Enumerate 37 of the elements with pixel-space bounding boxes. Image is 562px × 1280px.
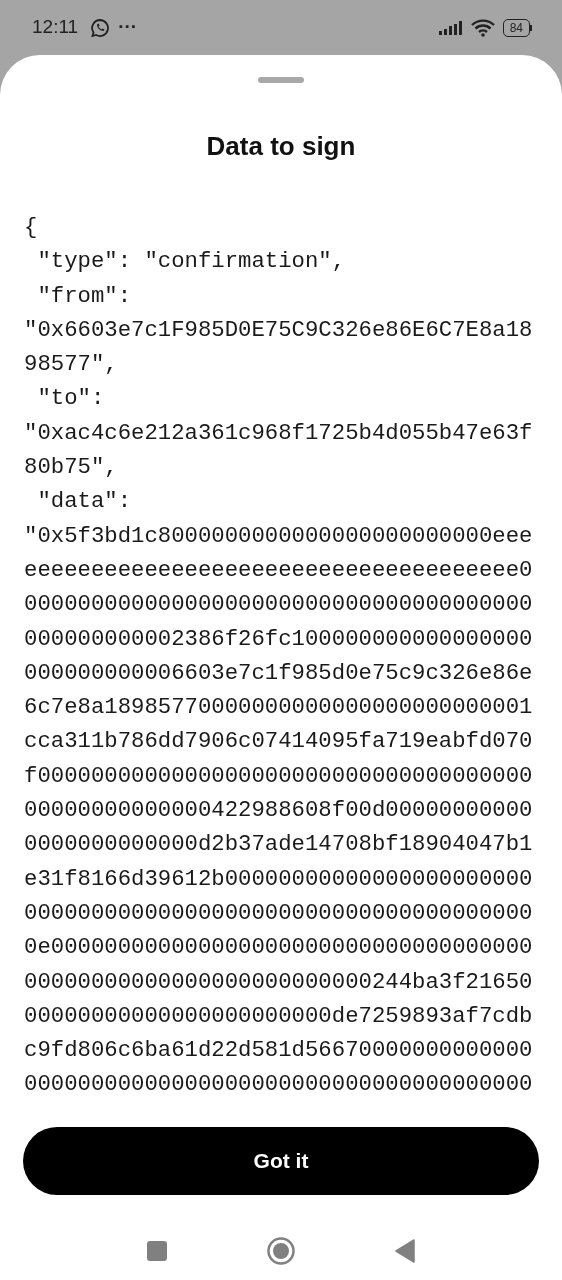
battery-icon: 84 [502, 18, 532, 37]
code-line: 00000000000000000000000000000000000000 [24, 590, 534, 620]
drag-handle[interactable] [258, 77, 304, 83]
chat-icon [90, 17, 111, 38]
code-line: 00000000000000000000000000244ba3f21650 [24, 967, 534, 997]
code-line: "type": "confirmation", [36, 247, 347, 277]
code-line: eeeeeeeeeeeeeeeeeeeeeeeeeeeeeeeeeeeee0 [24, 555, 534, 585]
code-line: 6c7e8a18985770000000000000000000000001 [24, 693, 534, 723]
code-line: 00000000000000422988608f00d00000000000 [24, 796, 534, 826]
code-line: 00000000000000000000000000000000000000 [24, 898, 534, 928]
status-time: 12:11 [32, 15, 79, 40]
code-line: 80b75", [24, 453, 119, 483]
code-line: cca311b786dd7906c07414095fa719eabfd070 [24, 727, 534, 757]
code-line: "0xac4c6e212a361c968f1725b4d055b47e63f [24, 418, 534, 448]
code-line: c9fd806c6ba61d22d581d56670000000000000 [24, 1036, 534, 1066]
code-line: 000000000006603e7c1f985d0e75c9c326e86e [24, 658, 534, 688]
code-line: "0x6603e7c1F985D0E75C9C326e86E6C7E8a18 [24, 315, 534, 345]
code-line: "to": [36, 384, 106, 414]
wifi-icon [470, 18, 495, 37]
code-line: 98577", [24, 350, 119, 380]
home-icon[interactable] [267, 1237, 295, 1265]
code-line: 0e000000000000000000000000000000000000 [24, 933, 534, 963]
code-line: "from": [36, 281, 133, 311]
code-line: 0000000000000d2b37ade14708bf18904047b1 [24, 830, 534, 860]
code-line: 00000000000000000000000de7259893af7cdb [24, 1001, 534, 1031]
code-line: "0x5f3bd1c8000000000000000000000000eee [24, 521, 534, 551]
signal-icon [438, 20, 463, 35]
code-line: { [24, 213, 39, 242]
more-notifications: ··· [118, 15, 138, 40]
got-it-button[interactable]: Got it [23, 1127, 539, 1195]
code-line: 00000000000000000000000000000000000000 [24, 1070, 534, 1100]
back-icon[interactable] [395, 1239, 415, 1263]
sheet-title: Data to sign [205, 130, 357, 163]
code-line: "data": [36, 487, 133, 517]
code-line: f0000000000000000000000000000000000000 [24, 761, 534, 791]
code-line: 000000000002386f26fc100000000000000000 [24, 624, 534, 654]
code-line: e31f8166d39612b00000000000000000000000 [24, 864, 534, 894]
